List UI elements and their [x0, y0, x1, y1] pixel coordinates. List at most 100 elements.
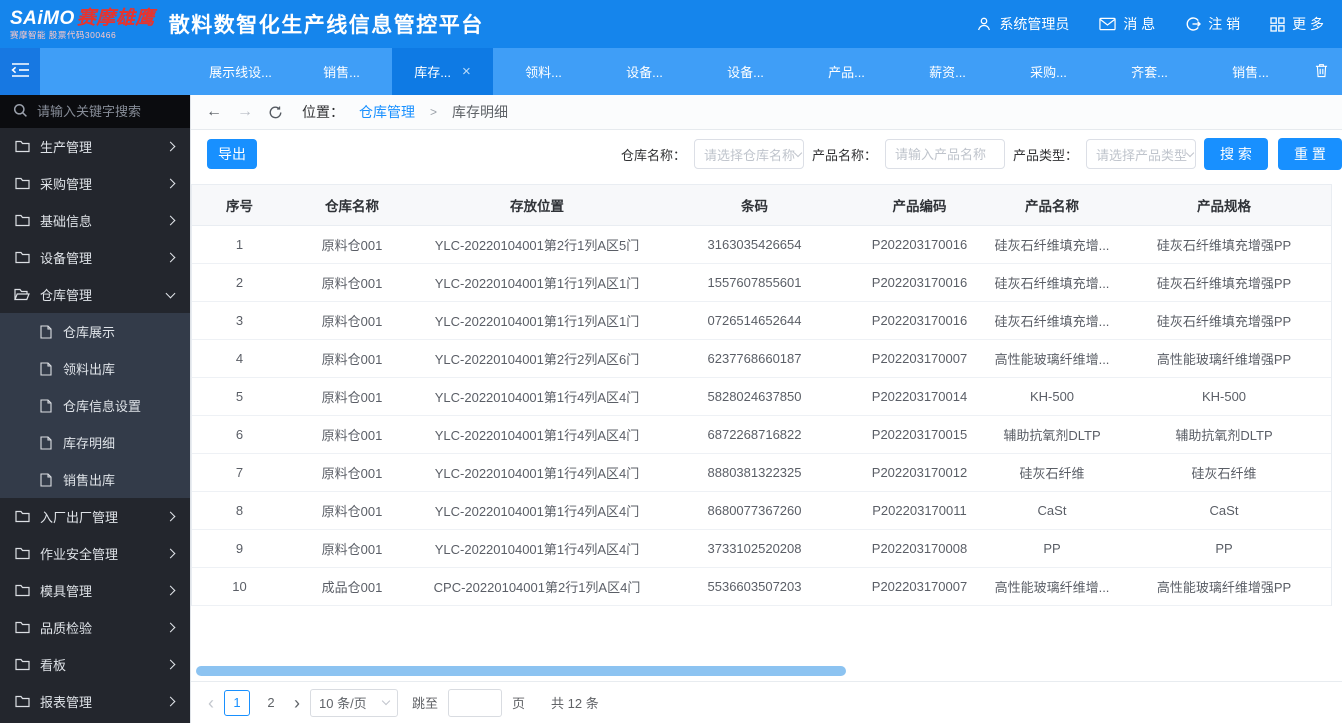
tab-5[interactable]: 设备... — [594, 48, 695, 95]
sidebar-subitem-2[interactable]: 领料出库 — [0, 350, 190, 387]
sidebar-item-9[interactable]: 品质检验 — [0, 609, 190, 646]
tab-2[interactable]: 销售... — [291, 48, 392, 95]
tab-10[interactable]: 齐套... — [1099, 48, 1200, 95]
table-cell: P202203170007 — [852, 567, 987, 606]
sidebar-item-2[interactable]: 采购管理 — [0, 165, 190, 202]
tab-3[interactable]: 库存... × — [392, 48, 493, 95]
logout-button[interactable]: 注 销 — [1185, 14, 1240, 34]
table-cell: YLC-20220104001第1行4列A区4门 — [417, 453, 657, 492]
table-cell: 1 — [192, 225, 287, 264]
back-icon[interactable]: ← — [206, 104, 222, 120]
sidebar-item-8[interactable]: 模具管理 — [0, 572, 190, 609]
close-all-tabs-button[interactable] — [1301, 48, 1342, 95]
tab-label: 设备... — [727, 65, 764, 80]
sidebar-item-4[interactable]: 设备管理 — [0, 239, 190, 276]
table-cell: 辅助抗氧剂DLTP — [1117, 415, 1331, 454]
tab-4[interactable]: 领料... — [493, 48, 594, 95]
tab-11[interactable]: 销售... — [1200, 48, 1301, 95]
table-cell: 硅灰石纤维 — [1117, 453, 1331, 492]
table-row[interactable]: 5 原料仓001 YLC-20220104001第1行4列A区4门 582802463… — [192, 377, 1331, 416]
sidebar-item-3[interactable]: 基础信息 — [0, 202, 190, 239]
table-cell: 2 — [192, 263, 287, 302]
tab-6[interactable]: 设备... — [695, 48, 796, 95]
table-row[interactable]: 8 原料仓001 YLC-20220104001第1行4列A区4门 868007736… — [192, 491, 1331, 530]
main-content: ← → 位置： 仓库管理 > 库存明细 导出 仓库名称： 请选择仓库名称 产品名… — [190, 95, 1342, 723]
sidebar-subitem-1[interactable]: 仓库展示 — [0, 313, 190, 350]
prev-page-button[interactable]: ‹ — [208, 694, 214, 712]
table-cell: 5828024637850 — [657, 377, 852, 416]
total-count-label: 共 12 条 — [551, 696, 599, 711]
table-cell: 1557607855601 — [657, 263, 852, 302]
table-row[interactable]: 1 原料仓001 YLC-20220104001第2行1列A区5门 316303542… — [192, 225, 1331, 264]
table-row[interactable]: 6 原料仓001 YLC-20220104001第1行4列A区4门 687226871… — [192, 415, 1331, 454]
tab-8[interactable]: 薪资... — [897, 48, 998, 95]
sidebar-item-11[interactable]: 报表管理 — [0, 683, 190, 720]
tab-1[interactable]: 展示线设... — [190, 48, 291, 95]
sidebar-item-6[interactable]: 入厂出厂管理 — [0, 498, 190, 535]
tab-7[interactable]: 产品... — [796, 48, 897, 95]
breadcrumb-parent-link[interactable]: 仓库管理 — [359, 102, 415, 122]
horizontal-scrollbar — [191, 666, 1332, 676]
table-cell: P202203170011 — [852, 491, 987, 530]
file-icon — [38, 472, 54, 487]
header-action-label: 注 销 — [1208, 16, 1241, 32]
chevron-down-icon — [381, 696, 391, 706]
table-cell: 6872268716822 — [657, 415, 852, 454]
page-title: 散料数智化生产线信息管控平台 — [168, 14, 484, 37]
table-cell: 0726514652644 — [657, 301, 852, 340]
table-cell: 高性能玻璃纤维增... — [987, 567, 1117, 606]
sidebar-item-label: 生产管理 — [40, 140, 93, 155]
sidebar-item-5[interactable]: 仓库管理 — [0, 276, 190, 313]
table-cell: 10 — [192, 567, 287, 606]
grid-button[interactable]: 更 多 — [1270, 14, 1324, 34]
sidebar-subitem-label: 库存明细 — [63, 436, 116, 451]
tab-label: 设备... — [626, 65, 663, 80]
chevron-right-icon — [165, 548, 176, 559]
jump-page-input[interactable] — [448, 688, 503, 717]
page-button-2[interactable]: 2 — [258, 690, 284, 716]
next-page-button[interactable]: › — [294, 694, 300, 712]
product-type-select[interactable]: 请选择产品类型 — [1086, 139, 1196, 169]
product-name-input[interactable] — [884, 139, 1005, 169]
close-icon[interactable]: × — [462, 64, 471, 79]
tab-label: 销售... — [1232, 65, 1269, 80]
reset-button[interactable]: 重 置 — [1278, 138, 1342, 170]
table-row[interactable]: 10 成品仓001 CPC-20220104001第2行1列A区4门 55366035… — [192, 567, 1331, 606]
page-button-1[interactable]: 1 — [224, 689, 250, 716]
page-size-select[interactable]: 10 条/页 — [310, 688, 398, 717]
sidebar-subitem-3[interactable]: 仓库信息设置 — [0, 387, 190, 424]
search-button[interactable]: 搜 索 — [1204, 138, 1268, 170]
warehouse-select[interactable]: 请选择仓库名称 — [693, 139, 804, 169]
sidebar-subitem-4[interactable]: 库存明细 — [0, 424, 190, 461]
chevron-down-icon — [793, 148, 803, 157]
menu-fold-button[interactable] — [0, 48, 40, 95]
user-button[interactable]: 系统管理员 — [976, 14, 1069, 34]
table-row[interactable]: 7 原料仓001 YLC-20220104001第1行4列A区4门 888038132… — [192, 453, 1331, 492]
breadcrumb-label: 位置： — [302, 104, 344, 120]
table-row[interactable]: 3 原料仓001 YLC-20220104001第1行1列A区1门 072651465… — [192, 301, 1331, 340]
search-icon — [13, 103, 28, 121]
chevron-right-icon — [165, 178, 176, 189]
table-row[interactable]: 2 原料仓001 YLC-20220104001第1行1列A区1门 155760785… — [192, 263, 1331, 302]
table-cell: 7 — [192, 453, 287, 492]
tab-9[interactable]: 采购... — [998, 48, 1099, 95]
search-input[interactable] — [37, 104, 177, 119]
column-header: 仓库名称 — [287, 185, 417, 226]
app-header: SAiMO 赛摩雄鹰 赛摩智能 股票代码300466 散料数智化生产线信息管控平台… — [0, 0, 1342, 48]
sidebar-item-1[interactable]: 生产管理 — [0, 128, 190, 165]
header-actions: 系统管理员 消 息 注 销 更 多 — [976, 14, 1324, 34]
table-cell: YLC-20220104001第1行1列A区1门 — [417, 301, 657, 340]
table-row[interactable]: 4 原料仓001 YLC-20220104001第2行2列A区6门 623776866… — [192, 339, 1331, 378]
sidebar: 生产管理采购管理基础信息设备管理仓库管理仓库展示领料出库仓库信息设置库存明细销售… — [0, 95, 190, 723]
table-row[interactable]: 9 原料仓001 YLC-20220104001第1行4列A区4门 373310252… — [192, 529, 1331, 568]
sidebar-item-10[interactable]: 看板 — [0, 646, 190, 683]
export-button[interactable]: 导出 — [207, 139, 257, 169]
sidebar-menu: 生产管理采购管理 基础信息 设备管理 仓库管理 仓库展示 领料出库 仓库信息设置库存明细销售… — [0, 128, 190, 720]
forward-icon[interactable]: → — [237, 104, 253, 120]
sidebar-subitem-5[interactable]: 销售出库 — [0, 461, 190, 498]
table-cell: 原料仓001 — [287, 529, 417, 568]
mail-button[interactable]: 消 息 — [1099, 14, 1155, 34]
refresh-icon[interactable] — [268, 105, 283, 120]
scrollbar-thumb[interactable] — [196, 666, 846, 676]
sidebar-item-7[interactable]: 作业安全管理 — [0, 535, 190, 572]
